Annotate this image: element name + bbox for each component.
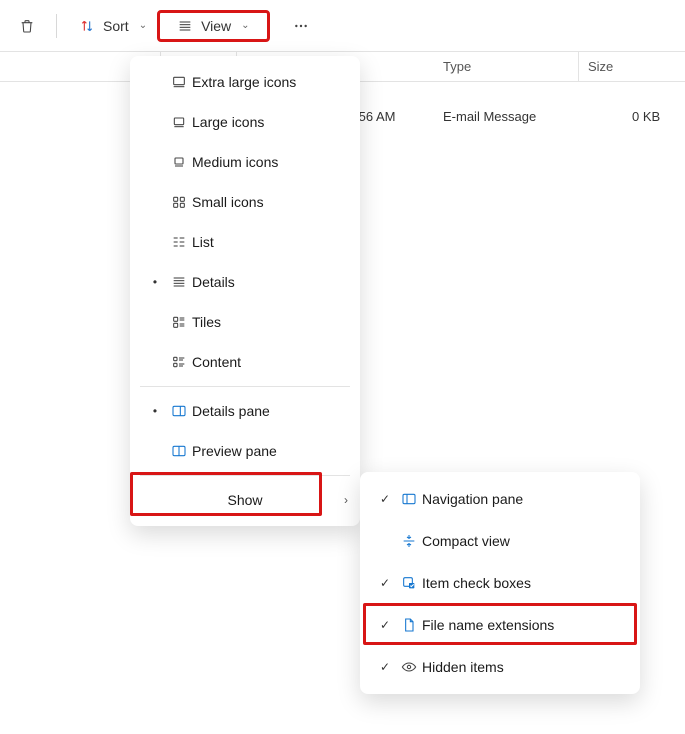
more-icon xyxy=(293,18,309,34)
view-button[interactable]: View ⌄ xyxy=(159,12,267,40)
menu-separator xyxy=(140,386,350,387)
menu-label: Content xyxy=(192,354,346,370)
medium-icons-icon xyxy=(166,154,192,170)
menu-label: Extra large icons xyxy=(192,74,346,90)
show-menu-item-compact-view[interactable]: Compact view xyxy=(364,520,636,562)
preview-pane-icon xyxy=(166,443,192,459)
view-label: View xyxy=(201,18,231,34)
view-menu: Extra large icons Large icons Medium ico… xyxy=(130,56,360,526)
view-menu-item-content[interactable]: Content xyxy=(134,342,356,382)
menu-label: Tiles xyxy=(192,314,346,330)
show-submenu: ✓ Navigation pane Compact view ✓ Item ch… xyxy=(360,472,640,694)
view-icon xyxy=(177,18,193,34)
file-date: :56 AM xyxy=(355,109,395,124)
chevron-down-icon: ⌄ xyxy=(241,20,249,31)
view-menu-item-xl-icons[interactable]: Extra large icons xyxy=(134,62,356,102)
view-menu-item-small-icons[interactable]: Small icons xyxy=(134,182,356,222)
file-ext-icon xyxy=(396,617,422,633)
menu-label: Compact view xyxy=(422,533,626,549)
large-icons-icon xyxy=(166,114,192,130)
menu-label: Details xyxy=(192,274,346,290)
file-size: 0 KB xyxy=(632,109,660,124)
menu-label: File name extensions xyxy=(422,617,626,633)
hidden-icon xyxy=(396,659,422,675)
menu-separator xyxy=(140,475,350,476)
menu-label: Hidden items xyxy=(422,659,626,675)
view-menu-item-tiles[interactable]: Tiles xyxy=(134,302,356,342)
view-menu-item-show[interactable]: Show › xyxy=(134,480,356,520)
xl-icons-icon xyxy=(166,74,192,90)
chevron-down-icon: ⌄ xyxy=(139,20,147,31)
chevron-right-icon: › xyxy=(344,493,348,507)
check-mark-icon: ✓ xyxy=(374,576,396,590)
details-icon xyxy=(166,274,192,290)
column-header-size[interactable]: Size xyxy=(578,59,684,74)
sort-icon xyxy=(79,18,95,34)
list-icon xyxy=(166,234,192,250)
check-mark-icon: • xyxy=(144,275,166,289)
show-menu-item-navigation-pane[interactable]: ✓ Navigation pane xyxy=(364,478,636,520)
content-icon xyxy=(166,354,192,370)
menu-label: Large icons xyxy=(192,114,346,130)
column-header-type[interactable]: Type xyxy=(433,59,578,74)
menu-label: Small icons xyxy=(192,194,346,210)
sort-button[interactable]: Sort ⌄ xyxy=(69,12,157,40)
view-menu-item-details-pane[interactable]: • Details pane xyxy=(134,391,356,431)
view-menu-item-preview-pane[interactable]: Preview pane xyxy=(134,431,356,471)
view-menu-item-details[interactable]: • Details xyxy=(134,262,356,302)
checkboxes-icon xyxy=(396,575,422,591)
delete-button[interactable] xyxy=(10,12,44,40)
menu-label: List xyxy=(192,234,346,250)
compact-icon xyxy=(396,533,422,549)
menu-label: Medium icons xyxy=(192,154,346,170)
menu-label: Navigation pane xyxy=(422,491,626,507)
menu-label: Details pane xyxy=(192,403,346,419)
trash-icon xyxy=(19,18,35,34)
view-menu-item-large-icons[interactable]: Large icons xyxy=(134,102,356,142)
check-mark-icon: ✓ xyxy=(374,618,396,632)
show-menu-item-checkboxes[interactable]: ✓ Item check boxes xyxy=(364,562,636,604)
tiles-icon xyxy=(166,314,192,330)
check-mark-icon: ✓ xyxy=(374,660,396,674)
show-menu-item-hidden-items[interactable]: ✓ Hidden items xyxy=(364,646,636,688)
view-menu-item-list[interactable]: List xyxy=(134,222,356,262)
menu-label: Show xyxy=(227,492,262,508)
toolbar-divider xyxy=(56,14,57,38)
small-icons-icon xyxy=(166,194,192,210)
menu-label: Preview pane xyxy=(192,443,346,459)
nav-pane-icon xyxy=(396,491,422,507)
menu-label: Item check boxes xyxy=(422,575,626,591)
show-menu-item-file-extensions[interactable]: ✓ File name extensions xyxy=(364,604,636,646)
check-mark-icon: • xyxy=(144,404,166,418)
check-mark-icon: ✓ xyxy=(374,492,396,506)
sort-label: Sort xyxy=(103,18,129,34)
details-pane-icon xyxy=(166,403,192,419)
more-button[interactable] xyxy=(284,12,318,40)
view-menu-item-medium-icons[interactable]: Medium icons xyxy=(134,142,356,182)
toolbar: Sort ⌄ View ⌄ xyxy=(0,0,685,52)
file-type: E-mail Message xyxy=(443,109,536,124)
